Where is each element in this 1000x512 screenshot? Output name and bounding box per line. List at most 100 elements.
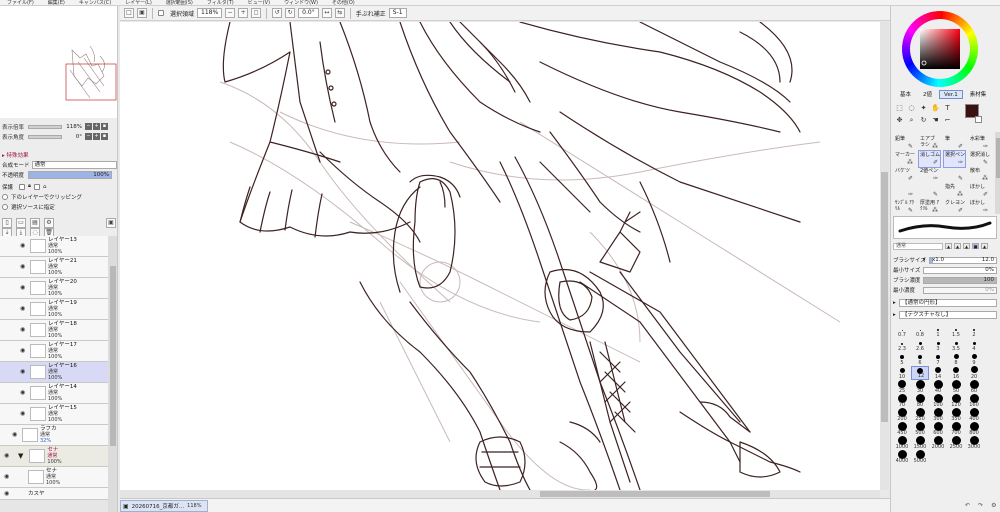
- document-tab[interactable]: ▣ 20260716_京都ガ... 118%: [120, 500, 208, 512]
- layer-list-scrollbar[interactable]: [108, 236, 117, 512]
- size-preset[interactable]: 0.7: [893, 324, 911, 338]
- selection-visible-checkbox[interactable]: [158, 10, 164, 16]
- size-preset[interactable]: 1.5: [947, 324, 965, 338]
- folder-expand-icon[interactable]: ▼: [18, 452, 23, 460]
- brush-tool-cell[interactable]: ぼかし ✑: [968, 198, 991, 216]
- size-preset[interactable]: 2: [965, 324, 983, 338]
- layer-row[interactable]: ◉ カスヤ: [0, 488, 108, 500]
- rotate-icon[interactable]: ↻: [919, 116, 928, 125]
- size-preset[interactable]: 60: [965, 380, 983, 394]
- flip-button[interactable]: ⇆: [334, 8, 345, 18]
- eye-icon[interactable]: ◉: [20, 347, 28, 355]
- eye-icon[interactable]: ◉: [20, 242, 28, 250]
- layer-row[interactable]: ◉ レイヤー20 通常 100%: [0, 278, 108, 299]
- size-preset[interactable]: 3.5: [947, 338, 965, 352]
- angle-plus-button[interactable]: +: [93, 133, 100, 140]
- invert-selection-button[interactable]: ▣: [137, 8, 147, 18]
- size-preset[interactable]: 4000: [893, 450, 911, 464]
- rotation-reset-button[interactable]: ↔: [321, 8, 332, 18]
- size-preset[interactable]: 0.8: [911, 324, 929, 338]
- size-preset[interactable]: 7: [929, 352, 947, 366]
- brush-tool-cell[interactable]: ｻﾝﾌﾟﾙ ｱｸﾘﾙ ✎: [893, 198, 916, 216]
- brush-size-slider[interactable]: x1.0 12.0: [929, 256, 997, 264]
- layer-mask-icon[interactable]: ▣: [106, 218, 116, 228]
- size-preset[interactable]: 450: [893, 422, 911, 436]
- eye-icon[interactable]: ◉: [20, 389, 28, 397]
- angle-reset-button[interactable]: ▪: [101, 133, 108, 140]
- eye-icon[interactable]: ◉: [4, 490, 12, 498]
- layer-row[interactable]: ◉ セナ 通常 100%: [0, 467, 108, 488]
- layer-row-selected[interactable]: ◉ レイヤー16 通常 100%: [0, 362, 108, 383]
- brush-tool-cell[interactable]: クレヨン ✐: [943, 198, 966, 216]
- min-size-slider[interactable]: 0%: [923, 266, 997, 274]
- size-preset[interactable]: 200: [893, 408, 911, 422]
- size-preset[interactable]: 20: [965, 366, 983, 380]
- size-preset[interactable]: 1000: [893, 436, 911, 450]
- eye-icon[interactable]: ◉: [4, 452, 12, 460]
- size-preset[interactable]: 30: [911, 380, 929, 394]
- size-preset[interactable]: 70: [893, 394, 911, 408]
- zoom-slider[interactable]: [28, 124, 62, 129]
- protect-opacity-checkbox[interactable]: [19, 183, 26, 190]
- eyedropper-icon[interactable]: ⌐: [943, 116, 952, 125]
- eye-icon[interactable]: ◉: [20, 326, 28, 334]
- new-layer-folder-icon[interactable]: ▤: [30, 218, 40, 228]
- zoom-icon[interactable]: ⌕: [907, 116, 916, 125]
- menu-canvas[interactable]: キャンバス(C): [72, 0, 118, 5]
- size-preset[interactable]: 80: [911, 394, 929, 408]
- menu-layer[interactable]: レイヤー(L): [118, 0, 159, 5]
- navigator-preview[interactable]: [0, 6, 117, 118]
- size-preset[interactable]: 14: [929, 366, 947, 380]
- color-tab-ver1[interactable]: Ver.1: [939, 90, 963, 99]
- layer-row[interactable]: ◉ ラフカ 通常 32%: [0, 425, 108, 446]
- edge-select[interactable]: 【通常の円形】: [899, 298, 997, 307]
- eye-icon[interactable]: ◉: [20, 305, 28, 313]
- size-preset[interactable]: 2.3: [893, 338, 911, 352]
- eye-icon[interactable]: ◉: [20, 368, 28, 376]
- rectangle-select-icon[interactable]: ⬚: [895, 104, 904, 113]
- size-preset[interactable]: 2500: [947, 436, 965, 450]
- color-tab-binary[interactable]: 2値: [918, 90, 937, 99]
- size-preset[interactable]: 40: [929, 380, 947, 394]
- canvas-horizontal-scrollbar[interactable]: [120, 490, 880, 498]
- size-preset[interactable]: 100: [929, 394, 947, 408]
- color-tab-materials[interactable]: 素材集: [965, 90, 992, 99]
- menu-view[interactable]: ビュー(V): [241, 0, 277, 5]
- size-preset[interactable]: 2000: [929, 436, 947, 450]
- brush-grid-scrollbar[interactable]: [995, 132, 1000, 214]
- layer-row[interactable]: ◉ レイヤー17 通常 100%: [0, 341, 108, 362]
- texture-select[interactable]: 【テクスチャなし】: [899, 310, 997, 319]
- size-preset[interactable]: 16: [947, 366, 965, 380]
- size-preset[interactable]: 9: [965, 352, 983, 366]
- size-preset[interactable]: 500: [911, 422, 929, 436]
- settings-icon[interactable]: ⚙: [991, 502, 996, 512]
- size-preset[interactable]: 1500: [911, 436, 929, 450]
- color-wheel[interactable]: [901, 10, 979, 88]
- deselect-button[interactable]: □: [124, 8, 134, 18]
- size-preset[interactable]: 160: [965, 394, 983, 408]
- vertical-scroll-thumb[interactable]: [881, 172, 888, 422]
- redo-icon[interactable]: ↷: [978, 502, 983, 512]
- eye-icon[interactable]: ◉: [20, 410, 28, 418]
- size-preset[interactable]: 800: [965, 422, 983, 436]
- layer-row[interactable]: ◉ レイヤー18 通常 100%: [0, 320, 108, 341]
- size-preset[interactable]: 5000: [911, 450, 929, 464]
- layer-row[interactable]: ◉ レイヤー14 通常 100%: [0, 383, 108, 404]
- size-preset[interactable]: 1: [929, 324, 947, 338]
- size-preset[interactable]: 250: [911, 408, 929, 422]
- drawing-canvas[interactable]: [120, 22, 880, 490]
- layer-settings-icon[interactable]: ⚙: [44, 218, 54, 228]
- eye-icon[interactable]: ◉: [20, 284, 28, 292]
- shape-btn-4[interactable]: ■: [972, 243, 979, 249]
- brush-shape-select[interactable]: 通常: [893, 242, 943, 250]
- shape-btn-5[interactable]: ▲: [981, 243, 988, 249]
- size-preset[interactable]: 4: [965, 338, 983, 352]
- new-folder-icon[interactable]: ▭: [16, 218, 26, 228]
- menu-other[interactable]: その他(O): [325, 0, 362, 5]
- shape-btn-1[interactable]: ▲: [945, 243, 952, 249]
- move-icon[interactable]: ✥: [895, 116, 904, 125]
- size-preset[interactable]: 6: [911, 352, 929, 366]
- canvas-vertical-scrollbar[interactable]: [880, 22, 889, 490]
- magic-wand-icon[interactable]: ✦: [919, 104, 928, 113]
- size-preset[interactable]: 2.6: [911, 338, 929, 352]
